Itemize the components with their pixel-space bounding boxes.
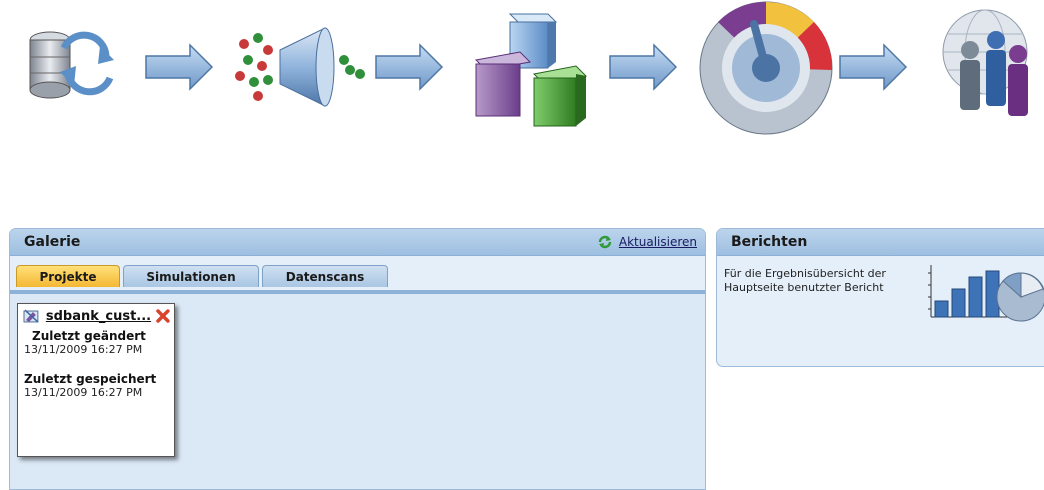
reports-panel: Berichten Für die Ergebnisübersicht der …	[716, 228, 1044, 367]
workflow-banner	[29, 1, 1028, 135]
report-thumbnail-icon[interactable]	[925, 263, 1044, 325]
last-saved-value: 13/11/2009 16:27 PM	[24, 386, 143, 399]
project-name-link[interactable]: sdbank_cust...	[46, 309, 151, 324]
dashboard-gauge-icon	[699, 1, 833, 135]
tab-simulationen[interactable]: Simulationen	[123, 265, 259, 287]
refresh-button[interactable]: Aktualisieren	[597, 234, 697, 250]
refresh-label[interactable]: Aktualisieren	[619, 235, 697, 249]
last-modified-label: Zuletzt geändert	[32, 329, 146, 343]
tab-projekte[interactable]: Projekte	[16, 265, 120, 287]
report-description: Für die Ergebnisübersicht der Hauptseite…	[724, 267, 886, 294]
tab-label: Datenscans	[285, 269, 365, 284]
gallery-panel: Galerie Aktualisieren Projekte Simulatio…	[9, 228, 706, 490]
last-modified-value: 13/11/2009 16:27 PM	[24, 343, 143, 356]
database-sync-icon	[29, 31, 114, 99]
tab-label: Simulationen	[146, 269, 236, 284]
tab-datenscans[interactable]: Datenscans	[262, 265, 388, 287]
flow-arrow-icon	[145, 43, 214, 91]
gallery-tabs: Projekte Simulationen Datenscans	[16, 265, 388, 287]
delete-icon[interactable]	[156, 309, 170, 323]
reports-title: Berichten	[731, 234, 808, 250]
refresh-icon	[598, 235, 612, 249]
flow-arrow-icon	[375, 43, 444, 91]
data-filter-funnel-icon	[235, 27, 365, 107]
last-saved-label: Zuletzt gespeichert	[24, 372, 157, 386]
flow-arrow-icon	[609, 43, 678, 91]
people-globe-icon	[942, 9, 1028, 116]
reports-header: Berichten	[717, 229, 1044, 256]
flow-arrow-icon	[839, 43, 908, 91]
project-file-icon	[23, 309, 39, 323]
project-card[interactable]: sdbank_cust... Zuletzt geändert 13/11/20…	[17, 303, 175, 457]
tab-label: Projekte	[39, 269, 97, 284]
data-cubes-icon	[474, 13, 588, 127]
gallery-title: Galerie	[24, 234, 81, 250]
